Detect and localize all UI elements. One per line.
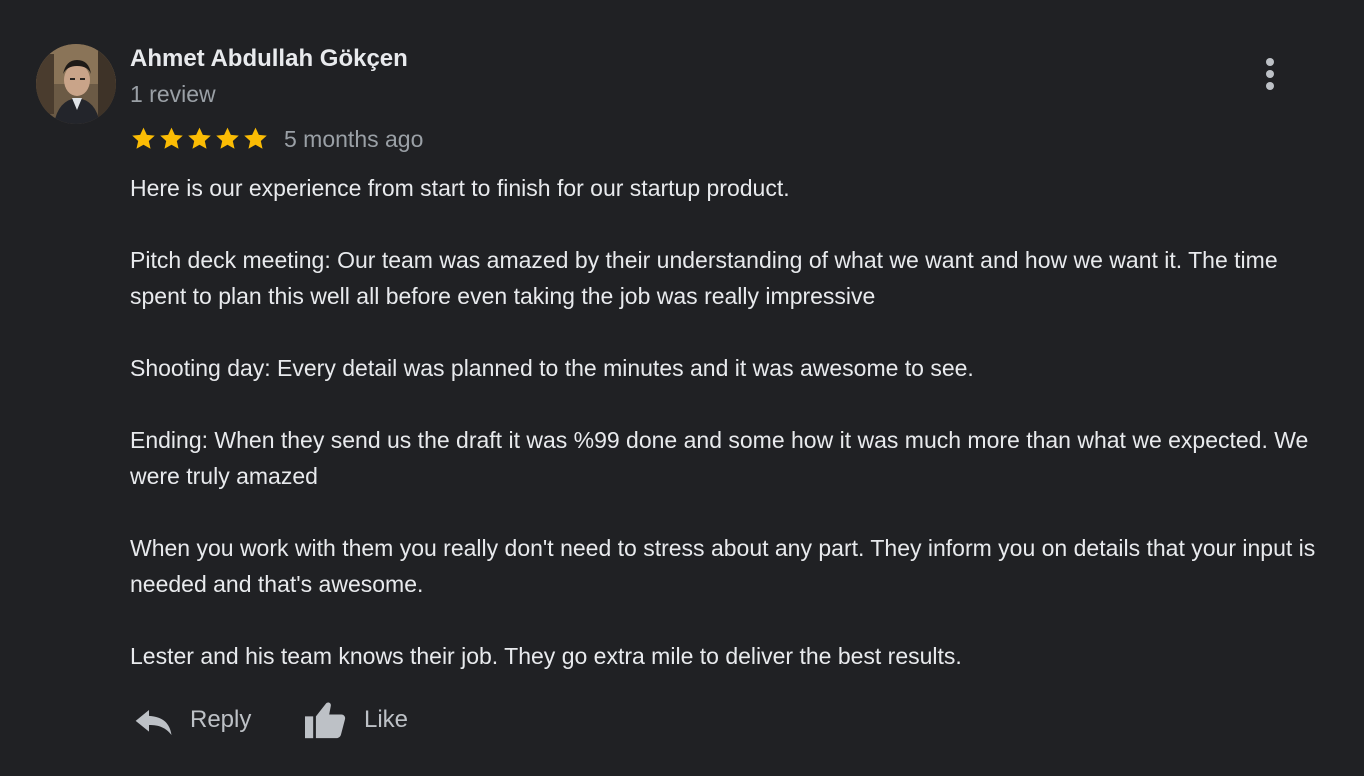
star-icon (216, 127, 239, 149)
reply-button[interactable]: Reply (134, 698, 251, 742)
review-text: Here is our experience from start to fin… (130, 170, 1340, 710)
more-vert-icon-dot (1266, 82, 1274, 90)
more-vert-icon-dot (1266, 70, 1274, 78)
rating-row: 5 months ago (130, 124, 423, 154)
author-name[interactable]: Ahmet Abdullah Gökçen (130, 44, 408, 74)
more-vert-icon (1266, 58, 1274, 66)
reply-icon (135, 710, 172, 735)
review-paragraph: Shooting day: Every detail was planned t… (130, 355, 974, 381)
like-label: Like (364, 706, 409, 733)
author-review-count: 1 review (130, 81, 216, 107)
avatar[interactable] (36, 44, 116, 124)
star-icon (160, 127, 183, 149)
review-paragraph: Pitch deck meeting: Our team was amazed … (130, 247, 1278, 309)
review-paragraph: Ending: When they send us the draft it w… (130, 427, 1309, 489)
review-time: 5 months ago (284, 125, 424, 152)
star-icon (188, 127, 211, 149)
thumb-up-icon (305, 702, 346, 739)
star-icon (132, 127, 155, 149)
avatar-image (36, 44, 116, 124)
like-button[interactable]: Like (302, 698, 408, 742)
star-rating (130, 126, 269, 152)
star-icon (244, 127, 267, 149)
review-paragraph: When you work with them you really don't… (130, 535, 1316, 597)
review-paragraph: Lester and his team knows their job. The… (130, 643, 962, 669)
reply-label: Reply (190, 706, 252, 733)
more-options-button[interactable] (1254, 54, 1286, 94)
review-paragraph: Here is our experience from start to fin… (130, 175, 790, 201)
review-card: Ahmet Abdullah Gökçen 1 review 5 months … (0, 0, 1364, 776)
